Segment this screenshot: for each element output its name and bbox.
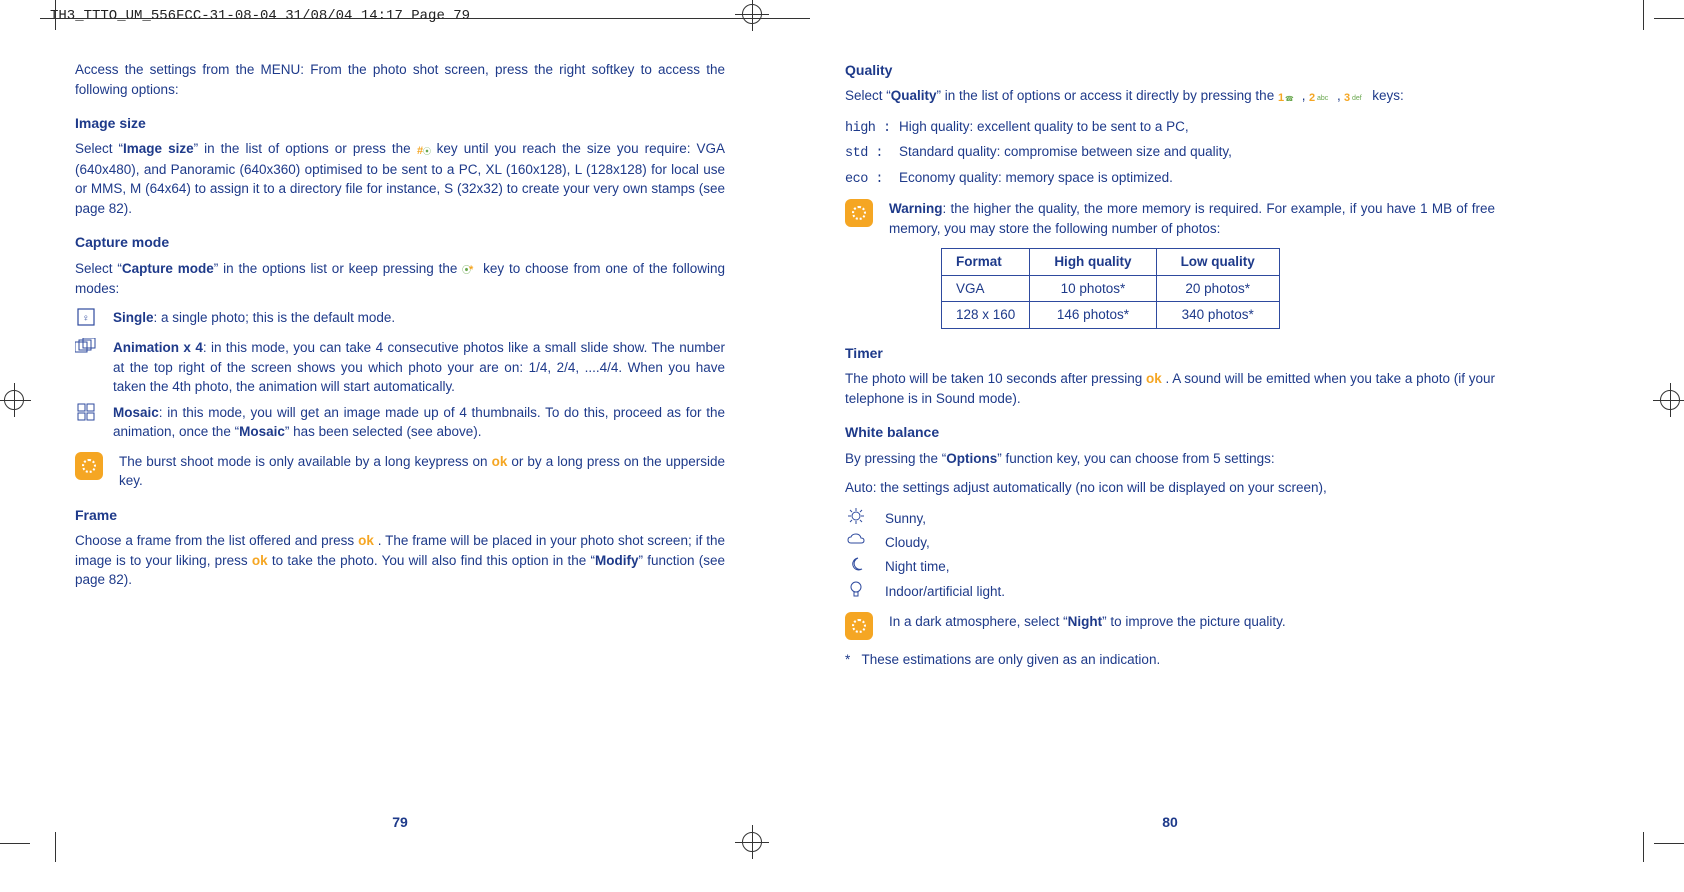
- heading-timer: Timer: [845, 343, 1495, 363]
- wb-indoor: Indoor/artificial light.: [845, 581, 1495, 603]
- sun-icon: [845, 508, 867, 530]
- svg-text:abc: abc: [1317, 95, 1329, 102]
- footnote: * These estimations are only given as an…: [845, 650, 1495, 670]
- quality-high-line: high : High quality: excellent quality t…: [845, 117, 1495, 139]
- crop-mark: [1643, 832, 1644, 862]
- quality-paragraph: Select “Quality” in the list of options …: [845, 86, 1495, 106]
- mode-single: ♀ Single: a single photo; this is the de…: [75, 308, 725, 332]
- star-key-icon: ⦿*: [462, 259, 478, 279]
- registration-mark: [1660, 390, 1680, 410]
- page: TH3_TTTO_UM_556FCC-31-08-04 31/08/04 14:…: [0, 0, 1684, 892]
- svg-text:☎: ☎: [1285, 95, 1294, 103]
- quality-high-label: high :: [845, 119, 891, 139]
- image-size-paragraph: Select “Image size” in the list of optio…: [75, 139, 725, 218]
- svg-text:3: 3: [1344, 92, 1350, 103]
- tip-burst-text: The burst shoot mode is only available b…: [119, 452, 725, 491]
- key-1-icon: 1☎: [1278, 87, 1298, 107]
- bulb-icon: [845, 581, 867, 603]
- svg-text:♀: ♀: [82, 313, 90, 324]
- table-row: VGA 10 photos* 20 photos*: [942, 275, 1280, 302]
- moon-icon: [845, 557, 867, 577]
- tip-bulb-icon: [845, 199, 873, 227]
- crop-mark: [55, 832, 56, 862]
- th-format: Format: [942, 249, 1030, 276]
- page-number-left: 79: [392, 812, 408, 832]
- tip-bulb-icon: [845, 612, 873, 640]
- svg-text:⦿: ⦿: [423, 147, 431, 156]
- table-header-row: Format High quality Low quality: [942, 249, 1280, 276]
- svg-text:2: 2: [1309, 92, 1315, 103]
- page-number-right: 80: [1162, 812, 1178, 832]
- quality-eco-label: eco :: [845, 170, 891, 190]
- mosaic-icon: [75, 403, 97, 442]
- warning-row: Warning: the higher the quality, the mor…: [845, 199, 1495, 238]
- crop-mark: [1654, 843, 1684, 844]
- animation-icon: [75, 338, 97, 397]
- quality-std-text: Standard quality: compromise between siz…: [899, 142, 1495, 162]
- svg-text:1: 1: [1278, 92, 1284, 103]
- crop-mark: [1643, 0, 1644, 30]
- table-row: 128 x 160 146 photos* 340 photos*: [942, 302, 1280, 329]
- mode-mosaic-text: Mosaic: in this mode, you will get an im…: [113, 403, 725, 442]
- wb-night: Night time,: [845, 557, 1495, 577]
- heading-capture-mode: Capture mode: [75, 232, 725, 252]
- left-page: Access the settings from the MENU: From …: [75, 60, 725, 802]
- storage-table: Format High quality Low quality VGA 10 p…: [941, 248, 1280, 329]
- svg-text:def: def: [1352, 95, 1362, 102]
- wb-auto: Auto: the settings adjust automatically …: [845, 478, 1495, 498]
- wb-sunny: Sunny,: [845, 508, 1495, 530]
- wb-intro: By pressing the “Options” function key, …: [845, 449, 1495, 469]
- mode-single-text: Single: a single photo; this is the defa…: [113, 308, 725, 332]
- mode-mosaic: Mosaic: in this mode, you will get an im…: [75, 403, 725, 442]
- registration-mark: [742, 4, 762, 24]
- key-2-icon: 2abc: [1309, 87, 1333, 107]
- timer-paragraph: The photo will be taken 10 seconds after…: [845, 369, 1495, 408]
- registration-mark: [742, 832, 762, 852]
- wb-cloudy: Cloudy,: [845, 533, 1495, 553]
- crop-mark: [1654, 18, 1684, 19]
- heading-image-size: Image size: [75, 113, 725, 133]
- single-photo-icon: ♀: [75, 308, 97, 332]
- tip-night: In a dark atmosphere, select “Night” to …: [845, 612, 1495, 640]
- heading-quality: Quality: [845, 60, 1495, 80]
- svg-text:*: *: [469, 264, 474, 275]
- quality-high-text: High quality: excellent quality to be se…: [899, 117, 1495, 137]
- right-page: Quality Select “Quality” in the list of …: [845, 60, 1495, 802]
- heading-white-balance: White balance: [845, 422, 1495, 442]
- hash-key-icon: #⦿: [417, 140, 431, 160]
- tip-bulb-icon: [75, 452, 103, 480]
- th-low: Low quality: [1156, 249, 1279, 276]
- heading-frame: Frame: [75, 505, 725, 525]
- th-high: High quality: [1030, 249, 1156, 276]
- quality-std-line: std : Standard quality: compromise betwe…: [845, 142, 1495, 164]
- quality-eco-line: eco : Economy quality: memory space is o…: [845, 168, 1495, 190]
- mode-animation: Animation x 4: in this mode, you can tak…: [75, 338, 725, 397]
- tip-burst: The burst shoot mode is only available b…: [75, 452, 725, 491]
- mode-animation-text: Animation x 4: in this mode, you can tak…: [113, 338, 725, 397]
- crop-mark: [40, 18, 810, 19]
- quality-eco-text: Economy quality: memory space is optimiz…: [899, 168, 1495, 188]
- registration-mark: [4, 390, 24, 410]
- crop-mark: [55, 0, 56, 30]
- tip-night-text: In a dark atmosphere, select “Night” to …: [889, 612, 1495, 632]
- intro-paragraph: Access the settings from the MENU: From …: [75, 60, 725, 99]
- warning-text: Warning: the higher the quality, the mor…: [889, 199, 1495, 238]
- crop-mark: [0, 843, 30, 844]
- print-slug: TH3_TTTO_UM_556FCC-31-08-04 31/08/04 14:…: [50, 8, 470, 24]
- key-3-icon: 3def: [1344, 87, 1368, 107]
- frame-paragraph: Choose a frame from the list offered and…: [75, 531, 725, 590]
- quality-std-label: std :: [845, 144, 891, 164]
- page-spread: Access the settings from the MENU: From …: [75, 60, 1629, 802]
- capture-mode-paragraph: Select “Capture mode” in the options lis…: [75, 259, 725, 299]
- cloud-icon: [845, 533, 867, 553]
